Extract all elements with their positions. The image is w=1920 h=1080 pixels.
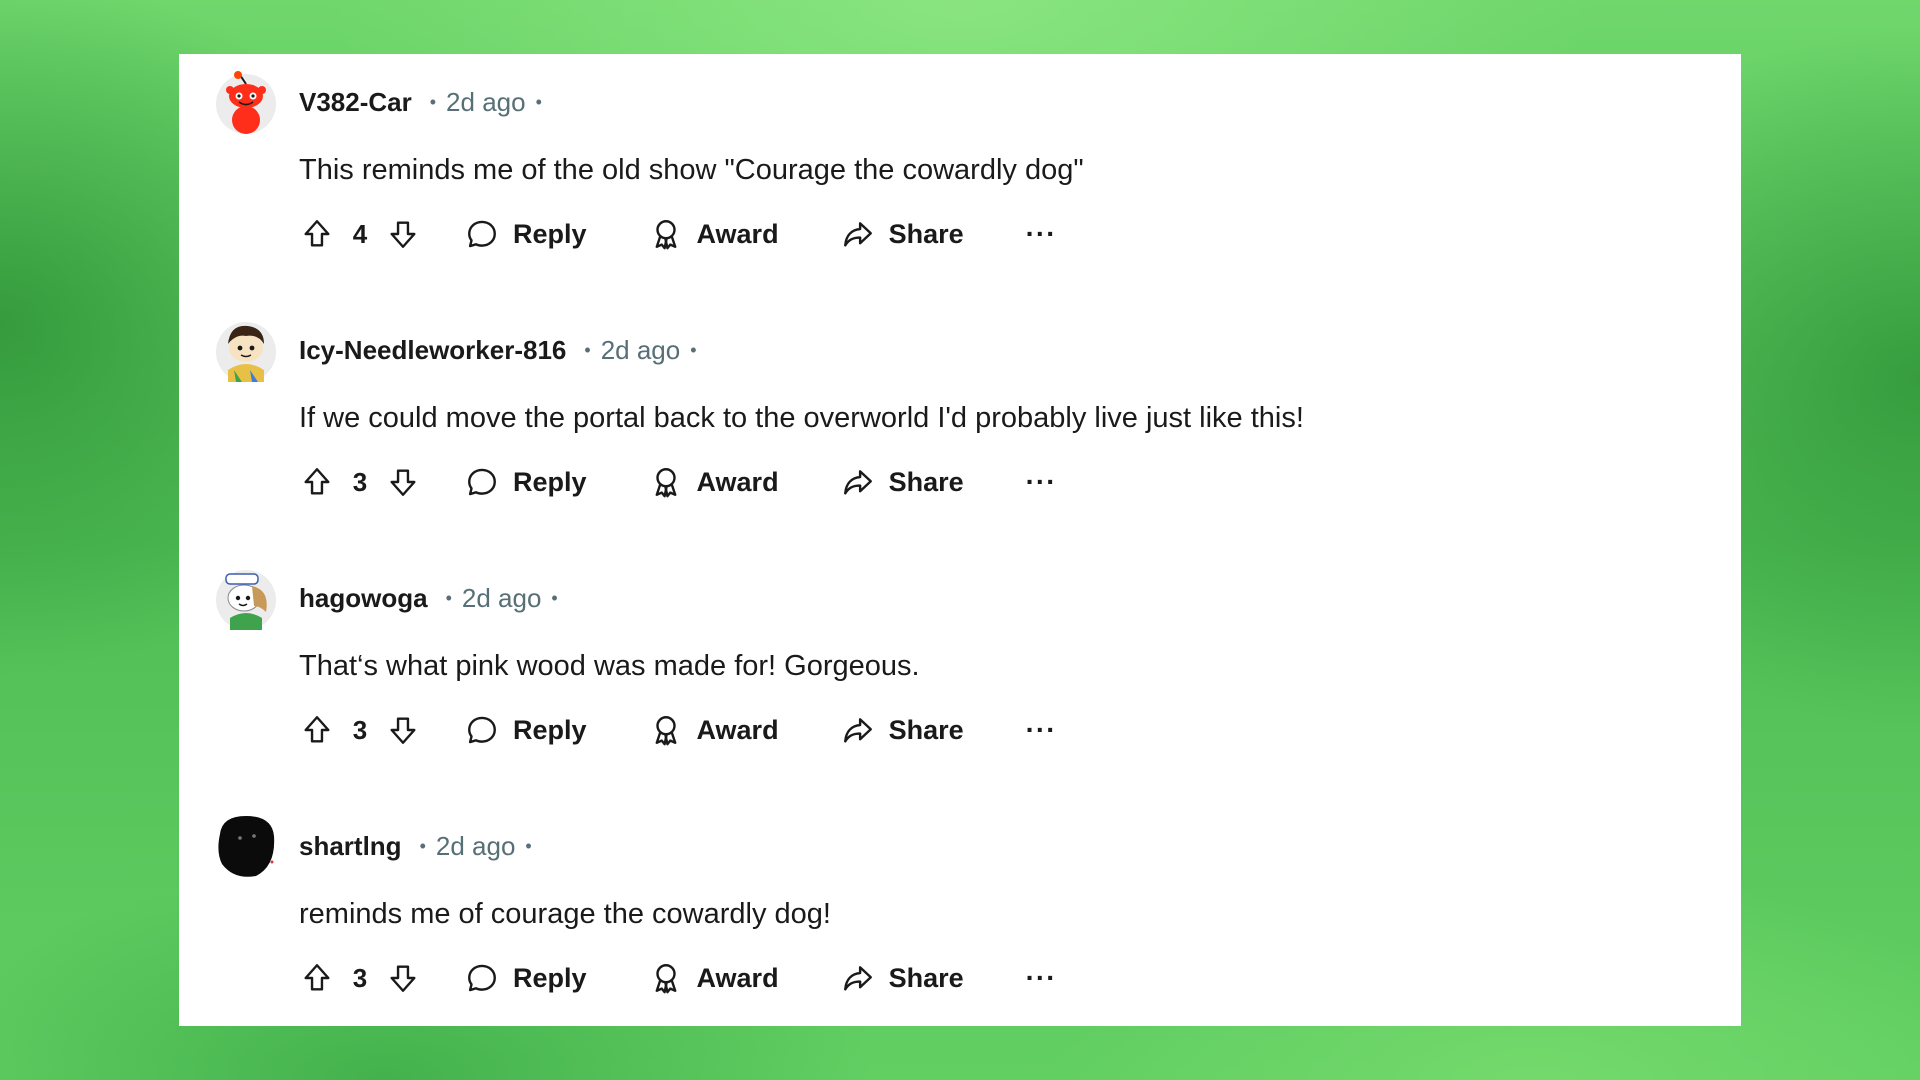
comment-meta: hagowoga • 2d ago • bbox=[299, 583, 558, 613]
upvote-arrow-icon[interactable] bbox=[297, 958, 337, 998]
reply-button[interactable]: Reply bbox=[465, 465, 587, 499]
award-button[interactable]: Award bbox=[649, 713, 779, 747]
comment-meta: V382-Car • 2d ago • bbox=[299, 87, 542, 117]
downvote-arrow-icon[interactable] bbox=[383, 214, 423, 254]
timestamp[interactable]: 2d ago bbox=[436, 831, 516, 862]
comments-card: V382-Car • 2d ago • This reminds me of t… bbox=[179, 54, 1741, 1026]
comment-actions: 4 Reply Award Share ··· bbox=[297, 210, 1057, 258]
username[interactable]: shartlng bbox=[299, 831, 402, 862]
more-options-button[interactable]: ··· bbox=[1026, 218, 1057, 250]
comment-actions: 3 Reply Award Share ··· bbox=[297, 954, 1057, 1002]
comment-body: This reminds me of the old show "Courage… bbox=[299, 154, 1084, 186]
share-arrow-icon bbox=[843, 470, 872, 495]
comment-body: If we could move the portal back to the … bbox=[299, 402, 1304, 434]
reply-label: Reply bbox=[513, 714, 587, 745]
comment: V382-Car • 2d ago • This reminds me of t… bbox=[179, 70, 1741, 318]
downvote-arrow-icon[interactable] bbox=[383, 462, 423, 502]
share-button[interactable]: Share bbox=[841, 961, 964, 995]
share-label: Share bbox=[888, 962, 964, 993]
vote-score: 3 bbox=[352, 466, 368, 497]
comment-actions: 3 Reply Award Share ··· bbox=[297, 706, 1057, 754]
reply-button[interactable]: Reply bbox=[465, 217, 587, 251]
share-arrow-icon bbox=[843, 222, 872, 247]
speech-bubble-icon bbox=[468, 716, 496, 744]
upvote-arrow-icon[interactable] bbox=[297, 462, 337, 502]
share-label: Share bbox=[888, 714, 964, 745]
red-snoo-avatar[interactable] bbox=[214, 70, 278, 134]
upvote-arrow-icon[interactable] bbox=[297, 214, 337, 254]
share-button[interactable]: Share bbox=[841, 713, 964, 747]
comment-body: reminds me of courage the cowardly dog! bbox=[299, 898, 831, 930]
award-label: Award bbox=[696, 962, 779, 993]
award-button[interactable]: Award bbox=[649, 217, 779, 251]
share-label: Share bbox=[888, 218, 964, 249]
meta-separator: • bbox=[584, 339, 591, 360]
more-options-button[interactable]: ··· bbox=[1026, 962, 1057, 994]
dark-hair-snoo-avatar[interactable] bbox=[214, 318, 278, 382]
award-ribbon-icon bbox=[655, 220, 676, 250]
reply-label: Reply bbox=[513, 466, 587, 497]
timestamp[interactable]: 2d ago bbox=[601, 335, 681, 366]
timestamp[interactable]: 2d ago bbox=[462, 583, 542, 614]
comment: hagowoga • 2d ago • That‘s what pink woo… bbox=[179, 566, 1741, 814]
username[interactable]: Icy-Needleworker-816 bbox=[299, 335, 566, 366]
comment: Icy-Needleworker-816 • 2d ago • If we co… bbox=[179, 318, 1741, 566]
upvote-arrow-icon[interactable] bbox=[297, 710, 337, 750]
speech-bubble-icon bbox=[468, 468, 496, 496]
comment-actions: 3 Reply Award Share ··· bbox=[297, 458, 1057, 506]
meta-separator: • bbox=[429, 91, 437, 112]
share-arrow-icon bbox=[843, 718, 872, 743]
award-label: Award bbox=[696, 466, 779, 497]
award-button[interactable]: Award bbox=[649, 961, 779, 995]
meta-separator: • bbox=[445, 587, 452, 608]
share-button[interactable]: Share bbox=[841, 465, 964, 499]
comment-meta: shartlng • 2d ago • bbox=[299, 831, 532, 861]
username[interactable]: V382-Car bbox=[299, 87, 412, 118]
vote-score: 3 bbox=[352, 714, 368, 745]
reply-label: Reply bbox=[513, 962, 587, 993]
share-label: Share bbox=[888, 466, 964, 497]
award-ribbon-icon bbox=[655, 964, 676, 994]
award-label: Award bbox=[696, 218, 779, 249]
share-arrow-icon bbox=[843, 966, 872, 991]
award-label: Award bbox=[696, 714, 779, 745]
award-button[interactable]: Award bbox=[649, 465, 779, 499]
award-ribbon-icon bbox=[655, 468, 676, 498]
meta-separator: • bbox=[535, 91, 542, 112]
username[interactable]: hagowoga bbox=[299, 583, 428, 614]
meta-separator: • bbox=[419, 835, 426, 856]
share-button[interactable]: Share bbox=[841, 217, 964, 251]
reply-label: Reply bbox=[513, 218, 587, 249]
more-options-button[interactable]: ··· bbox=[1026, 714, 1057, 746]
award-ribbon-icon bbox=[655, 716, 676, 746]
comment-body: That‘s what pink wood was made for! Gorg… bbox=[299, 650, 920, 682]
meta-separator: • bbox=[690, 339, 697, 360]
hat-snoo-avatar[interactable] bbox=[214, 566, 278, 630]
reply-button[interactable]: Reply bbox=[465, 961, 587, 995]
downvote-arrow-icon[interactable] bbox=[383, 958, 423, 998]
speech-bubble-icon bbox=[468, 220, 496, 248]
meta-separator: • bbox=[551, 587, 558, 608]
reply-button[interactable]: Reply bbox=[465, 713, 587, 747]
speech-bubble-icon bbox=[468, 964, 496, 992]
downvote-arrow-icon[interactable] bbox=[383, 710, 423, 750]
meta-separator: • bbox=[525, 835, 532, 856]
comment: shartlng • 2d ago • reminds me of courag… bbox=[179, 814, 1741, 1026]
more-options-button[interactable]: ··· bbox=[1026, 466, 1057, 498]
timestamp[interactable]: 2d ago bbox=[446, 87, 526, 118]
black-blob-avatar[interactable] bbox=[214, 814, 278, 878]
vote-score: 4 bbox=[352, 218, 368, 249]
vote-score: 3 bbox=[352, 962, 368, 993]
comment-meta: Icy-Needleworker-816 • 2d ago • bbox=[299, 335, 697, 365]
